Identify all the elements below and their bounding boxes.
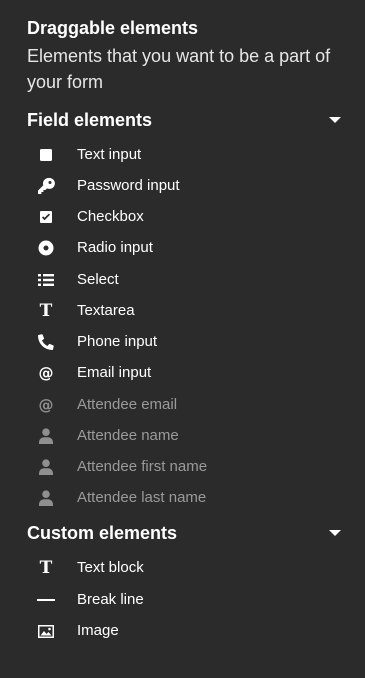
draggable-elements-panel: Draggable elements Elements that you wan… — [0, 0, 365, 678]
element-label: Text block — [77, 559, 144, 576]
section-title: Field elements — [27, 110, 153, 130]
element-label: Attendee first name — [77, 458, 208, 475]
element-text-input[interactable]: Text input — [36, 141, 336, 169]
element-label: Select — [77, 271, 119, 288]
user-icon — [36, 457, 56, 477]
element-label: Attendee last name — [77, 489, 207, 506]
element-label: Image — [77, 622, 119, 639]
element-label: Password input — [77, 177, 180, 194]
text-icon: T — [39, 558, 53, 578]
element-radio-input[interactable]: Radio input — [36, 234, 336, 262]
user-icon — [36, 488, 56, 508]
element-text-block[interactable]: T Text block — [36, 554, 336, 582]
section-header-field-elements[interactable]: Field elements — [27, 107, 347, 133]
element-label: Break line — [77, 591, 144, 608]
element-phone-input[interactable]: Phone input — [36, 328, 336, 356]
element-attendee-name[interactable]: Attendee name — [36, 422, 336, 450]
element-email-input[interactable]: @ Email input — [36, 359, 336, 387]
minus-icon — [36, 590, 56, 610]
element-password-input[interactable]: Password input — [36, 172, 336, 200]
element-label: Email input — [77, 364, 152, 381]
checkbox-icon — [36, 207, 56, 227]
radio-icon — [36, 238, 56, 258]
element-select[interactable]: Select — [36, 266, 336, 294]
element-attendee-first-name[interactable]: Attendee first name — [36, 453, 336, 481]
caret-down-icon[interactable] — [329, 117, 341, 123]
square-icon — [36, 145, 56, 165]
element-label: Attendee email — [77, 396, 178, 413]
element-checkbox[interactable]: Checkbox — [36, 203, 336, 231]
at-icon: @ — [38, 396, 54, 414]
image-icon — [36, 621, 56, 641]
user-icon — [36, 426, 56, 446]
at-icon: @ — [38, 364, 54, 382]
phone-icon — [36, 332, 56, 352]
element-label: Checkbox — [77, 208, 144, 225]
element-label: Phone input — [77, 333, 158, 350]
element-image[interactable]: Image — [36, 617, 336, 645]
key-icon — [36, 176, 56, 196]
section-title: Custom elements — [27, 523, 178, 543]
element-label: Text input — [77, 146, 142, 163]
element-attendee-last-name[interactable]: Attendee last name — [36, 484, 336, 512]
element-textarea[interactable]: T Textarea — [36, 297, 336, 325]
panel-title: Draggable elements — [27, 18, 199, 38]
element-break-line[interactable]: Break line — [36, 586, 336, 614]
text-icon: T — [39, 301, 53, 321]
element-attendee-email[interactable]: @ Attendee email — [36, 391, 336, 419]
section-header-custom-elements[interactable]: Custom elements — [27, 520, 347, 546]
element-label: Attendee name — [77, 427, 179, 444]
element-label: Textarea — [77, 302, 135, 319]
element-label: Radio input — [77, 239, 153, 256]
list-icon — [36, 270, 56, 290]
panel-subtitle: Elements that you want to be a part of y… — [27, 46, 331, 92]
caret-down-icon[interactable] — [329, 530, 341, 536]
